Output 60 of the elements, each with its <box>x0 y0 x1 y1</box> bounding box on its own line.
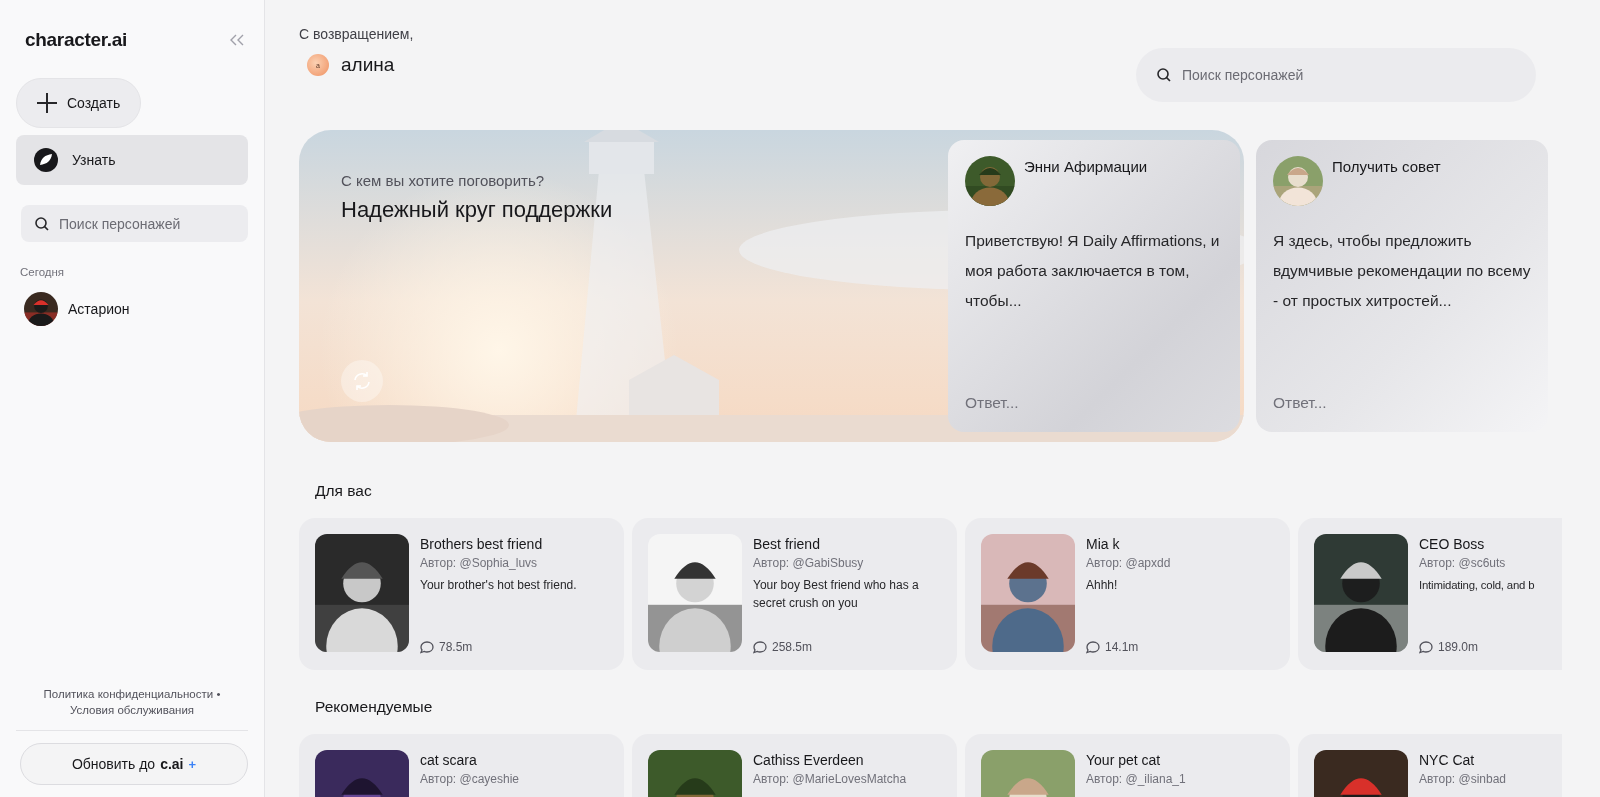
character-name: Brothers best friend <box>420 536 544 552</box>
chat-bubble-icon <box>753 640 767 654</box>
chat-count: 14.1m <box>1105 640 1139 654</box>
create-button[interactable]: Создать <box>16 78 142 128</box>
search-field[interactable]: Поиск персонажей <box>21 205 248 242</box>
chat-bubble-icon <box>1086 640 1100 654</box>
plus-icon <box>37 93 57 113</box>
footer-link[interactable]: Условия обслуживания <box>69 704 195 716</box>
character-card[interactable]: NYC Cat Автор: @sinbad <box>1298 734 1562 797</box>
chat-name[interactable]: Астарион <box>68 301 130 317</box>
author-name: Автор: @Sophia_luvs <box>420 556 539 570</box>
character-card[interactable]: Brothers best friend Автор: @Sophia_luvs Your brother's hot best friend. 78.5m <box>299 518 624 670</box>
collapse-icon[interactable] <box>230 34 244 46</box>
author-name: Автор: @apxdd <box>1086 556 1171 570</box>
search-field[interactable]: Поиск персонажей <box>1136 48 1536 102</box>
character-card[interactable]: cat scara Автор: @cayeshie <box>299 734 624 797</box>
upgrade-button[interactable]: Обновить до c.ai + <box>20 743 248 785</box>
chat-bubble-icon <box>420 640 434 654</box>
reply-field[interactable]: Ответ... <box>1273 394 1532 412</box>
chat-count: 189.0m <box>1438 640 1479 654</box>
author-name: Автор: @sinbad <box>1419 772 1507 786</box>
character-card[interactable]: Best friend Автор: @GabiSbusy Your boy Best friend who has a secret crush on you 258.5m <box>632 518 957 670</box>
footer-link[interactable]: Политика конфиденциальности <box>43 688 214 700</box>
character-card[interactable]: Your pet cat Автор: @_iliana_1 <box>965 734 1290 797</box>
character-name: Cathiss Everdeen <box>753 752 865 768</box>
compass-icon <box>34 148 58 172</box>
character-name: CEO Boss <box>1419 536 1486 552</box>
author-name: Автор: @cayeshie <box>420 772 520 786</box>
character-description: Your brother's hot best friend. <box>420 577 577 594</box>
character-card[interactable]: Mia k Автор: @apxdd Ahhh! 14.1m <box>965 518 1290 670</box>
character-description: Intimidating, cold, and b <box>1419 578 1535 593</box>
character-card[interactable]: Получить совет Я здесь, чтобы предложить вдумчивые рекомендации по всему - от простых хитростей... Ответ... <box>1256 140 1548 432</box>
character-description: Your boy Best friend who has a secret crush on you <box>753 577 920 612</box>
character-name: Your pet cat <box>1086 752 1162 768</box>
logo[interactable]: character.ai <box>25 29 128 51</box>
character-greeting: Я здесь, чтобы предложить вдумчивые рекомендации по всему - от простых хитростей... <box>1273 231 1532 311</box>
character-card[interactable]: Cathiss Everdeen Автор: @MarieLovesMatcha <box>632 734 957 797</box>
author-name: Автор: @GabiSbusy <box>753 556 865 570</box>
chat-count: 258.5m <box>772 640 813 654</box>
separator-dot: • <box>216 688 221 700</box>
author-name: Автор: @sc6uts <box>1419 556 1507 570</box>
section-title: Рекомендуемые <box>315 698 434 716</box>
character-name: Mia k <box>1086 536 1121 552</box>
character-name: cat scara <box>420 752 478 768</box>
character-name: Получить совет <box>1332 158 1441 177</box>
section-title: Для вас <box>315 482 373 500</box>
author-name: Автор: @_iliana_1 <box>1086 772 1186 786</box>
chat-count: 78.5m <box>439 640 473 654</box>
author-name: Автор: @MarieLovesMatcha <box>753 772 907 786</box>
character-name: Best friend <box>753 536 821 552</box>
section-title: Сегодня <box>20 266 66 278</box>
user-name: алина <box>341 54 395 76</box>
character-description: Ahhh! <box>1086 577 1119 594</box>
character-card[interactable]: CEO Boss Автор: @sc6uts Intimidating, cold, and b 189.0m <box>1298 518 1562 670</box>
chat-bubble-icon <box>1419 640 1433 654</box>
search-icon <box>1157 68 1171 82</box>
nav-item[interactable]: Узнать <box>16 135 248 185</box>
character-name: NYC Cat <box>1419 752 1476 768</box>
search-icon <box>35 216 49 231</box>
greeting: С возвращением, <box>299 26 414 42</box>
